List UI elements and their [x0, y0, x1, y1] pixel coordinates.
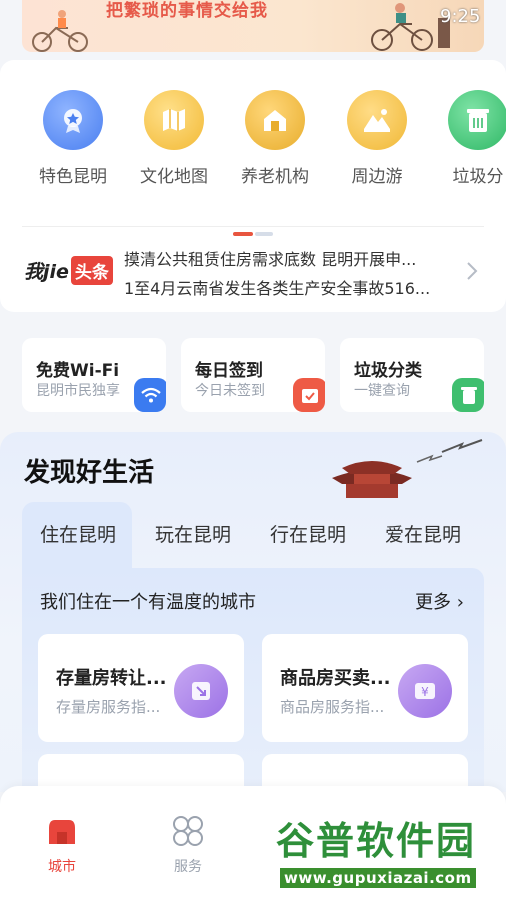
nav-item-services[interactable]: 服务 [148, 814, 228, 876]
trash-bin-icon [448, 90, 506, 150]
service-card-subtitle: 商品房服务指... [280, 698, 385, 716]
tile-free-wifi[interactable]: 免费Wi-Fi 昆明市民独享 [22, 338, 166, 412]
service-card-commercial-housing[interactable]: 商品房买卖... 商品房服务指... ¥ [262, 634, 468, 742]
tile-daily-checkin[interactable]: 每日签到 今日未签到 [181, 338, 325, 412]
grid-icon [173, 816, 203, 846]
recycle-bin-icon [452, 378, 484, 412]
watermark-text: 谷普软件园 [276, 819, 477, 863]
service-card-title: 存量房转让... [56, 668, 167, 689]
service-item-featured[interactable]: 特色昆明 [23, 90, 123, 187]
more-link[interactable]: 更多 › [415, 588, 464, 614]
divider [22, 226, 484, 227]
calendar-check-icon [293, 378, 325, 412]
house-icon [245, 90, 305, 150]
nav-label: 城市 [48, 859, 76, 875]
service-label: 周边游 [351, 167, 403, 187]
news-headline[interactable]: 1至4月云南省发生各类生产安全事故516... [124, 275, 444, 299]
page-dot [255, 232, 273, 236]
nav-item-city[interactable]: 城市 [22, 814, 102, 876]
tab-travel[interactable]: 行在昆明 [270, 520, 346, 547]
service-label: 养老机构 [241, 167, 309, 187]
chevron-right-icon[interactable] [464, 260, 480, 282]
discover-tabs: 住在昆明 玩在昆明 行在昆明 爱在昆明 [22, 502, 484, 568]
map-icon [144, 90, 204, 150]
discover-panel: 我们住在一个有温度的城市 更多 › 存量房转让... 存量房服务指... 商品房… [22, 568, 484, 792]
medal-icon [43, 90, 103, 150]
top-banner[interactable]: 把繁琐的事情交给我 [22, 0, 484, 52]
cyclists-illustration [32, 10, 88, 52]
tile-title: 每日签到 [195, 361, 263, 381]
chevron-right-icon: › [456, 592, 464, 613]
service-item-garbage[interactable]: 垃圾分 [428, 90, 506, 187]
svg-text:¥: ¥ [421, 685, 429, 699]
service-item-nearby-travel[interactable]: 周边游 [327, 90, 427, 187]
tile-garbage-sorting[interactable]: 垃圾分类 一键查询 [340, 338, 484, 412]
page-indicator [233, 232, 273, 236]
news-logo: 我jie 头条 [24, 256, 113, 285]
service-label: 文化地图 [140, 167, 208, 187]
more-label: 更多 [415, 592, 452, 613]
tile-title: 免费Wi-Fi [36, 361, 120, 381]
yuan-icon: ¥ [398, 664, 452, 718]
banner-slogan: 把繁琐的事情交给我 [106, 1, 268, 21]
service-card-title: 商品房买卖... [280, 668, 391, 689]
service-card-subtitle: 存量房服务指... [56, 698, 161, 716]
tile-subtitle: 昆明市民独享 [36, 383, 120, 399]
watermark-url: www.gupuxiazai.com [280, 868, 476, 888]
tile-title: 垃圾分类 [354, 361, 422, 381]
landmark-illustration [332, 439, 483, 498]
services-card: 特色昆明 文化地图 养老机构 周边游 垃圾分 我jie 头条 摸清公共租赁住房需… [0, 60, 506, 312]
discover-section: 发现好生活 住在昆明 玩在昆明 行在昆明 爱在昆明 我们住在一个有温度的城市 更… [0, 432, 506, 792]
service-card-existing-housing[interactable]: 存量房转让... 存量房服务指... [38, 634, 244, 742]
tab-live[interactable]: 住在昆明 [40, 520, 116, 547]
site-watermark: 谷普软件园 www.gupuxiazai.com [276, 810, 502, 894]
nav-label: 服务 [174, 859, 202, 875]
mountain-icon [347, 90, 407, 150]
service-label: 特色昆明 [39, 167, 107, 187]
tab-love[interactable]: 爱在昆明 [385, 520, 461, 547]
news-logo-badge: 头条 [70, 256, 113, 285]
tab-play[interactable]: 玩在昆明 [155, 520, 231, 547]
news-logo-text: 我jie [24, 261, 69, 283]
panel-title: 我们住在一个有温度的城市 [40, 592, 256, 613]
wifi-icon [134, 378, 166, 412]
service-item-elderly-care[interactable]: 养老机构 [225, 90, 325, 187]
tile-subtitle: 一键查询 [354, 383, 410, 399]
section-title: 发现好生活 [24, 458, 155, 488]
service-item-culture-map[interactable]: 文化地图 [124, 90, 224, 187]
service-label: 垃圾分 [452, 167, 504, 187]
transfer-icon [174, 664, 228, 718]
page-dot-active [233, 232, 253, 236]
tile-subtitle: 今日未签到 [195, 383, 265, 399]
status-time: 9:25 [440, 6, 481, 27]
city-icon [49, 820, 75, 844]
news-headline[interactable]: 摸清公共租赁住房需求底数 昆明开展申... [124, 246, 444, 270]
